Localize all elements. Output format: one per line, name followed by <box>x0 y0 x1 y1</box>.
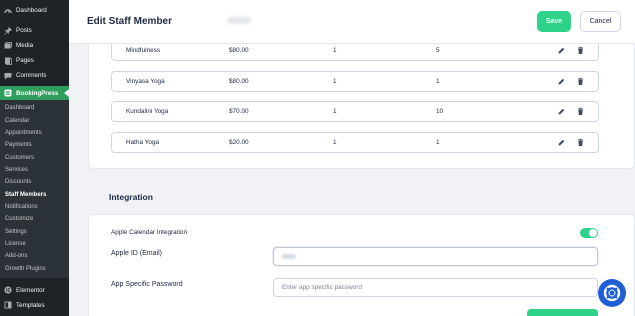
sidebar-item-label: BookingPress <box>16 89 59 97</box>
cancel-button[interactable]: Cancel <box>580 11 621 32</box>
submenu-item-settings[interactable]: Settings <box>0 225 69 237</box>
sidebar-item-label: Elementor <box>16 286 45 294</box>
sidebar-item-label: Posts <box>16 27 32 34</box>
page-title: Edit Staff Member <box>87 16 173 27</box>
service-name: Vinyasa Yoga <box>126 78 165 85</box>
service-name: Mindfulness <box>126 47 161 54</box>
pages-icon <box>4 57 12 65</box>
apple-id-value-redacted <box>282 254 296 259</box>
service-max-capacity: 5 <box>436 47 440 54</box>
service-min-capacity: 1 <box>333 47 337 54</box>
service-price: $20.00 <box>229 139 249 146</box>
app-password-input[interactable]: Enter app specific password <box>273 278 598 297</box>
sidebar-item-comments[interactable]: Comments <box>0 68 69 83</box>
service-price: $80.00 <box>229 47 249 54</box>
main-content: Mindfulness $80.00 1 5 Vinyasa Yoga $80.… <box>69 0 635 316</box>
delete-trash-icon[interactable] <box>576 138 585 147</box>
submenu-item-discounts[interactable]: Discounts <box>0 176 69 188</box>
edit-pencil-icon[interactable] <box>557 46 566 55</box>
elementor-icon <box>4 286 12 294</box>
dashboard-icon <box>4 7 12 15</box>
page-header: Edit Staff Member Save Cancel <box>69 0 635 44</box>
app-password-label: App Specific Password <box>111 281 183 288</box>
save-button[interactable]: Save <box>537 11 571 32</box>
sidebar-item-label: Dashboard <box>16 7 47 14</box>
service-price: $70.00 <box>229 108 249 115</box>
service-row: Hatha Yoga $20.00 1 1 <box>111 132 599 153</box>
submenu-item-customers[interactable]: Customers <box>0 151 69 163</box>
apple-calendar-label: Apple Calendar Integration <box>111 229 188 236</box>
sidebar-item-templates[interactable]: Templates <box>0 298 69 313</box>
apple-calendar-toggle[interactable] <box>580 228 598 238</box>
service-min-capacity: 1 <box>333 108 337 115</box>
submenu-item-payments[interactable]: Payments <box>0 139 69 151</box>
lifebuoy-icon <box>603 284 621 302</box>
bookingpress-icon: B <box>4 89 12 97</box>
sidebar-item-label: Comments <box>16 72 47 79</box>
apple-id-input[interactable] <box>273 247 598 266</box>
submenu-item-license[interactable]: License <box>0 238 69 250</box>
delete-trash-icon[interactable] <box>576 77 585 86</box>
delete-trash-icon[interactable] <box>576 46 585 55</box>
submenu-item-appointments[interactable]: Appointments <box>0 127 69 139</box>
service-name: Hatha Yoga <box>126 139 160 146</box>
bookingpress-submenu: Dashboard Calendar Appointments Payments… <box>0 100 69 278</box>
submenu-item-staff-members[interactable]: Staff Members <box>0 188 69 200</box>
apple-id-label: Apple ID (Email) <box>111 250 162 257</box>
submenu-item-services[interactable]: Services <box>0 164 69 176</box>
integration-heading: Integration <box>109 192 153 202</box>
edit-pencil-icon[interactable] <box>557 77 566 86</box>
submenu-item-dashboard[interactable]: Dashboard <box>0 102 69 114</box>
sidebar-item-bookingpress[interactable]: B BookingPress <box>0 86 69 100</box>
service-name: Kundalini Yoga <box>126 108 169 115</box>
sidebar-item-label: Media <box>16 42 34 49</box>
submenu-item-notifications[interactable]: Notifications <box>0 201 69 213</box>
service-price: $80.00 <box>229 78 249 85</box>
svg-text:B: B <box>6 91 10 97</box>
service-min-capacity: 1 <box>333 78 337 85</box>
assigned-services-card: Mindfulness $80.00 1 5 Vinyasa Yoga $80.… <box>88 30 635 169</box>
help-lifebuoy-button[interactable] <box>598 279 626 307</box>
submenu-item-add-ons[interactable]: Add-ons <box>0 250 69 262</box>
submenu-item-growth-plugins[interactable]: Growth Plugins <box>0 262 69 274</box>
edit-pencil-icon[interactable] <box>557 138 566 147</box>
delete-trash-icon[interactable] <box>576 107 585 116</box>
pin-icon <box>4 26 12 35</box>
integration-action-button[interactable] <box>527 309 598 316</box>
service-row: Vinyasa Yoga $80.00 1 1 <box>111 71 599 92</box>
sidebar-item-posts[interactable]: Posts <box>0 23 69 38</box>
sidebar-item-label: Pages <box>16 57 34 64</box>
edit-pencil-icon[interactable] <box>557 107 566 116</box>
submenu-item-calendar[interactable]: Calendar <box>0 114 69 126</box>
sidebar-item-label: Templates <box>16 301 45 309</box>
service-row: Kundalini Yoga $70.00 1 10 <box>111 101 599 122</box>
templates-icon <box>4 301 12 309</box>
app-password-placeholder: Enter app specific password <box>282 284 362 291</box>
sidebar-item-dashboard[interactable]: Dashboard <box>0 3 69 18</box>
service-max-capacity: 10 <box>436 108 444 115</box>
service-min-capacity: 1 <box>333 139 337 146</box>
sidebar-item-elementor[interactable]: Elementor <box>0 283 69 298</box>
sidebar-item-pages[interactable]: Pages <box>0 53 69 68</box>
service-max-capacity: 1 <box>436 139 440 146</box>
sidebar-item-media[interactable]: Media <box>0 38 69 53</box>
comment-icon <box>4 72 12 80</box>
media-icon <box>4 41 12 50</box>
service-max-capacity: 1 <box>436 78 440 85</box>
submenu-item-customize[interactable]: Customize <box>0 213 69 225</box>
redacted-staff-name <box>227 17 251 24</box>
admin-sidebar: Dashboard Posts Media Pages Comments B B… <box>0 0 69 316</box>
